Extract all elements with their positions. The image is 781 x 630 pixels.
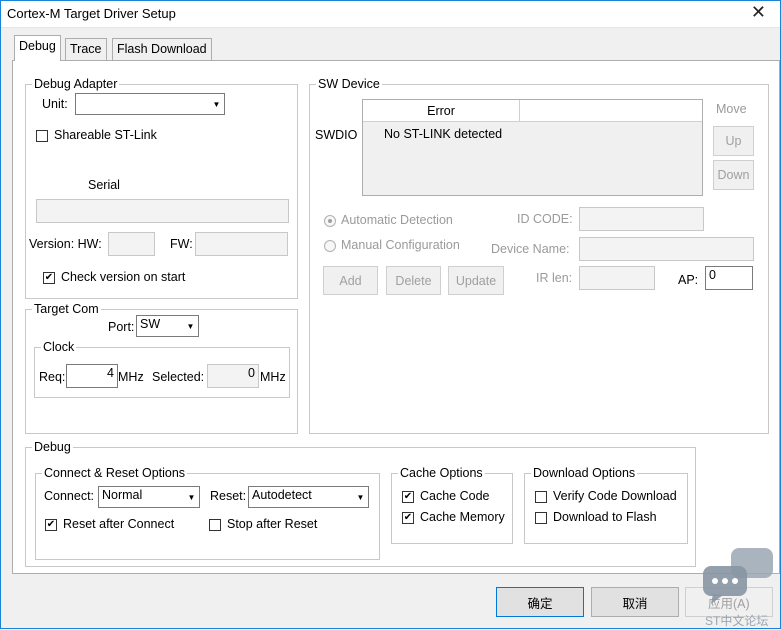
chat-bubble-graphic — [703, 548, 773, 604]
dialog-window: Cortex-M Target Driver Setup ✕ Debug Tra… — [0, 0, 781, 629]
serial-label: Serial — [88, 178, 120, 192]
move-up-button[interactable]: Up — [713, 126, 754, 156]
cache-options-legend: Cache Options — [400, 466, 483, 480]
tab-debug[interactable]: Debug — [14, 35, 61, 61]
shareable-stlink-label: Shareable ST-Link — [54, 128, 157, 142]
cache-memory-checkbox[interactable]: ✔ — [402, 512, 414, 524]
chevron-down-icon: ▼ — [187, 492, 196, 502]
ir-len-label: IR len: — [536, 271, 573, 285]
hw-version-field — [108, 232, 155, 256]
stop-after-reset-checkbox[interactable] — [209, 519, 221, 531]
sw-device-legend: SW Device — [318, 77, 380, 91]
title-bar: Cortex-M Target Driver Setup ✕ — [1, 1, 780, 28]
check-version-label: Check version on start — [61, 270, 186, 284]
update-button[interactable]: Update — [448, 266, 504, 295]
manual-configuration-label: Manual Configuration — [341, 238, 460, 252]
fw-label: FW: — [170, 237, 193, 251]
chevron-down-icon: ▼ — [356, 492, 365, 502]
cache-code-label: Cache Code — [420, 489, 490, 503]
req-clock-field[interactable]: 4 — [66, 364, 118, 388]
cache-code-checkbox[interactable]: ✔ — [402, 491, 414, 503]
port-label: Port: — [108, 320, 135, 334]
unit-select[interactable]: ▼ — [75, 93, 225, 115]
manual-configuration-radio[interactable] — [324, 240, 336, 252]
id-code-field — [579, 207, 704, 231]
selected-mhz-label: MHz — [260, 370, 286, 384]
port-select[interactable]: SW ▼ — [136, 315, 199, 337]
delete-button[interactable]: Delete — [386, 266, 441, 295]
column-header-error[interactable]: Error — [363, 100, 520, 122]
tab-trace[interactable]: Trace — [65, 38, 107, 60]
ap-label: AP: — [678, 273, 699, 287]
device-name-field — [579, 237, 754, 261]
automatic-detection-label: Automatic Detection — [341, 213, 453, 227]
download-to-flash-checkbox[interactable] — [535, 512, 547, 524]
connect-reset-group: Connect & Reset Options — [35, 466, 380, 560]
add-button[interactable]: Add — [323, 266, 378, 295]
ir-len-field — [579, 266, 655, 290]
id-code-label: ID CODE: — [517, 212, 573, 226]
clock-legend: Clock — [43, 340, 75, 354]
connect-reset-legend: Connect & Reset Options — [44, 466, 186, 480]
move-down-button[interactable]: Down — [713, 160, 754, 190]
column-header-blank[interactable] — [520, 100, 702, 122]
selected-label: Selected: — [152, 370, 205, 384]
watermark-text: ST中文论坛 — [705, 614, 769, 628]
chevron-down-icon: ▼ — [212, 99, 221, 109]
version-hw-label: Version: HW: — [29, 237, 102, 251]
verify-code-download-label: Verify Code Download — [553, 489, 677, 503]
verify-code-download-checkbox[interactable] — [535, 491, 547, 503]
target-com-legend: Target Com — [34, 302, 99, 316]
reset-after-connect-label: Reset after Connect — [63, 517, 175, 531]
window-title: Cortex-M Target Driver Setup — [7, 6, 176, 21]
reset-after-connect-checkbox[interactable]: ✔ — [45, 519, 57, 531]
serial-field[interactable] — [36, 199, 289, 223]
download-options-legend: Download Options — [533, 466, 636, 480]
shareable-stlink-checkbox[interactable] — [36, 130, 48, 142]
check-version-checkbox[interactable]: ✔ — [43, 272, 55, 284]
chat-bubble-icon: ST中文论坛 — [701, 546, 775, 630]
reset-value: Autodetect — [252, 488, 312, 502]
swdio-label: SWDIO — [315, 128, 358, 142]
ap-field[interactable]: 0 — [705, 266, 753, 290]
connect-label: Connect: — [44, 489, 95, 503]
fw-version-field — [195, 232, 288, 256]
chevron-down-icon: ▼ — [186, 321, 195, 331]
connect-select[interactable]: Normal ▼ — [98, 486, 200, 508]
selected-clock-field: 0 — [207, 364, 259, 388]
reset-select[interactable]: Autodetect ▼ — [248, 486, 369, 508]
download-to-flash-label: Download to Flash — [553, 510, 657, 524]
download-options-group: Download Options — [524, 466, 688, 544]
port-value: SW — [140, 317, 161, 331]
move-label: Move — [716, 102, 747, 116]
close-icon[interactable]: ✕ — [751, 2, 766, 23]
device-name-label: Device Name: — [491, 242, 570, 256]
debug-legend: Debug — [34, 440, 71, 454]
ok-button[interactable]: 确定 — [496, 587, 584, 617]
cancel-button[interactable]: 取消 — [591, 587, 679, 617]
cache-options-group: Cache Options — [391, 466, 513, 544]
automatic-detection-radio[interactable] — [324, 215, 336, 227]
sw-device-list[interactable]: Error No ST-LINK detected — [362, 99, 703, 196]
list-item[interactable]: No ST-LINK detected — [384, 127, 502, 141]
stop-after-reset-label: Stop after Reset — [227, 517, 318, 531]
req-label: Req: — [39, 370, 66, 384]
debug-adapter-legend: Debug Adapter — [34, 77, 118, 91]
cache-memory-label: Cache Memory — [420, 510, 505, 524]
connect-value: Normal — [102, 488, 143, 502]
tab-flash-download[interactable]: Flash Download — [112, 38, 212, 60]
reset-label: Reset: — [210, 489, 247, 503]
unit-label: Unit: — [42, 97, 68, 111]
req-mhz-label: MHz — [118, 370, 144, 384]
